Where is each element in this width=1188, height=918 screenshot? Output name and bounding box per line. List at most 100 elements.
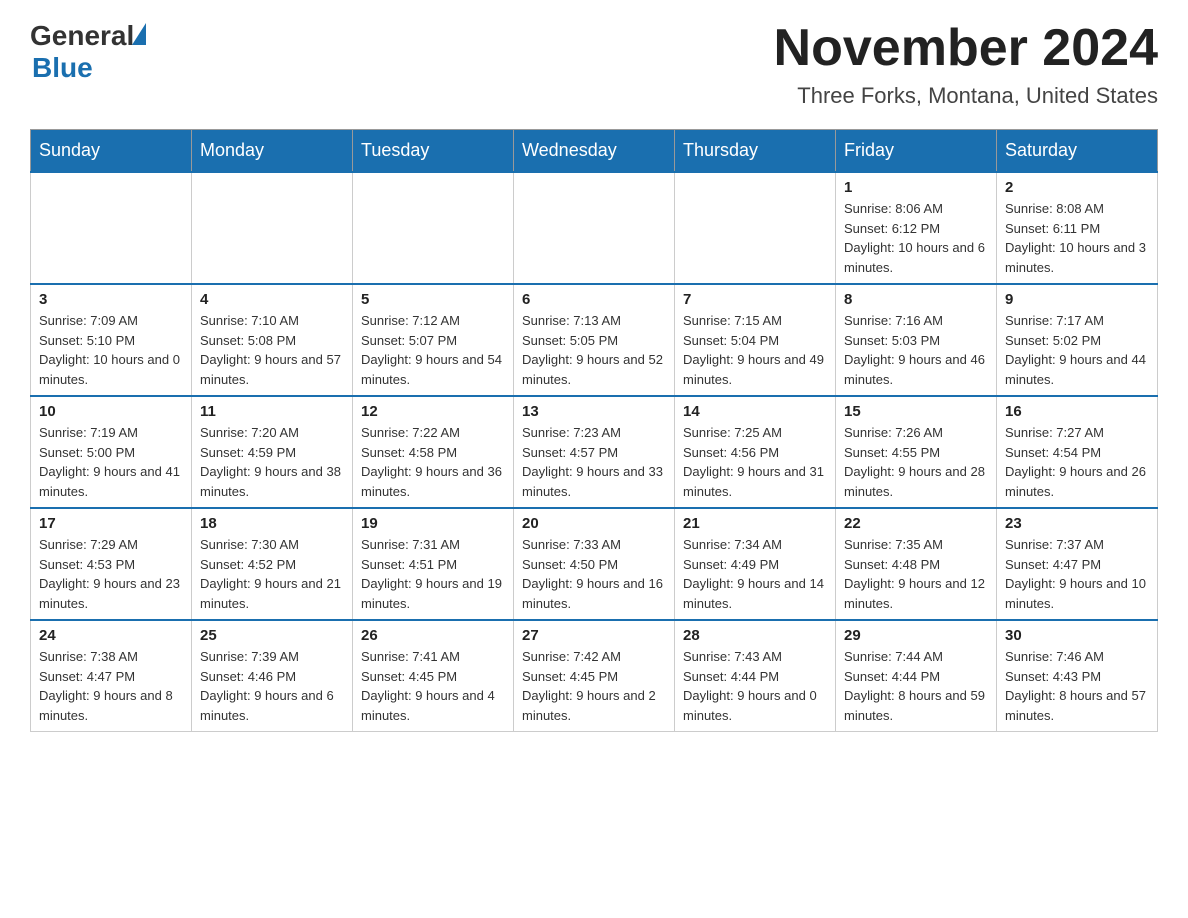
day-info: Daylight: 9 hours and 19 minutes.: [361, 574, 505, 613]
day-info: Sunrise: 7:15 AM: [683, 311, 827, 331]
logo-triangle-icon: [132, 23, 146, 45]
week-row-1: 3Sunrise: 7:09 AMSunset: 5:10 PMDaylight…: [31, 284, 1158, 396]
calendar-cell: 7 Sunrise: 7:15 AMSunset: 5:04 PMDaylight…: [675, 284, 836, 396]
calendar-cell: 27Sunrise: 7:42 AMSunset: 4:45 PMDayligh…: [514, 620, 675, 732]
calendar-cell: 20Sunrise: 7:33 AMSunset: 4:50 PMDayligh…: [514, 508, 675, 620]
header: General Blue November 2024 Three Forks, …: [30, 20, 1158, 109]
day-info: Sunrise: 7:33 AM: [522, 535, 666, 555]
day-info: Daylight: 8 hours and 59 minutes.: [844, 686, 988, 725]
calendar-cell: 14Sunrise: 7:25 AMSunset: 4:56 PMDayligh…: [675, 396, 836, 508]
day-info: Sunset: 4:48 PM: [844, 555, 988, 575]
day-info: Daylight: 9 hours and 4 minutes.: [361, 686, 505, 725]
calendar-cell: 5Sunrise: 7:12 AMSunset: 5:07 PMDaylight…: [353, 284, 514, 396]
day-info: Sunset: 4:51 PM: [361, 555, 505, 575]
calendar-cell: 2Sunrise: 8:08 AMSunset: 6:11 PMDaylight…: [997, 172, 1158, 284]
day-info: Daylight: 9 hours and 44 minutes.: [1005, 350, 1149, 389]
day-number: 17: [39, 515, 183, 532]
logo-general-text: General: [30, 20, 134, 52]
day-info: Daylight: 9 hours and 49 minutes.: [683, 350, 827, 389]
day-info: Sunrise: 7:12 AM: [361, 311, 505, 331]
calendar-cell: 6Sunrise: 7:13 AMSunset: 5:05 PMDaylight…: [514, 284, 675, 396]
day-info: Sunrise: 7:13 AM: [522, 311, 666, 331]
day-info: Sunrise: 7:39 AM: [200, 647, 344, 667]
logo-blue-text: Blue: [32, 52, 93, 84]
day-info: Sunrise: 7:27 AM: [1005, 423, 1149, 443]
day-number: 27: [522, 627, 666, 644]
day-info: Sunrise: 7:25 AM: [683, 423, 827, 443]
weekday-header-sunday: Sunday: [31, 130, 192, 173]
calendar-cell: 8Sunrise: 7:16 AMSunset: 5:03 PMDaylight…: [836, 284, 997, 396]
calendar-cell: [675, 172, 836, 284]
day-info: Sunrise: 7:43 AM: [683, 647, 827, 667]
day-number: 1: [844, 179, 988, 196]
weekday-header-wednesday: Wednesday: [514, 130, 675, 173]
day-info: Daylight: 9 hours and 23 minutes.: [39, 574, 183, 613]
week-row-3: 17Sunrise: 7:29 AMSunset: 4:53 PMDayligh…: [31, 508, 1158, 620]
calendar-cell: [192, 172, 353, 284]
day-number: 12: [361, 403, 505, 420]
day-info: Daylight: 9 hours and 21 minutes.: [200, 574, 344, 613]
day-info: Daylight: 10 hours and 0 minutes.: [39, 350, 183, 389]
day-number: 30: [1005, 627, 1149, 644]
weekday-header-saturday: Saturday: [997, 130, 1158, 173]
day-info: Sunset: 4:47 PM: [39, 667, 183, 687]
week-row-4: 24Sunrise: 7:38 AMSunset: 4:47 PMDayligh…: [31, 620, 1158, 732]
day-number: 18: [200, 515, 344, 532]
weekday-header-row: SundayMondayTuesdayWednesdayThursdayFrid…: [31, 130, 1158, 173]
day-info: Daylight: 8 hours and 57 minutes.: [1005, 686, 1149, 725]
day-number: 7: [683, 291, 827, 308]
day-info: Sunrise: 7:23 AM: [522, 423, 666, 443]
day-number: 3: [39, 291, 183, 308]
calendar-table: SundayMondayTuesdayWednesdayThursdayFrid…: [30, 129, 1158, 732]
day-info: Sunset: 6:12 PM: [844, 219, 988, 239]
day-info: Daylight: 9 hours and 33 minutes.: [522, 462, 666, 501]
day-info: Daylight: 9 hours and 6 minutes.: [200, 686, 344, 725]
day-number: 28: [683, 627, 827, 644]
day-number: 23: [1005, 515, 1149, 532]
day-info: Sunset: 4:54 PM: [1005, 443, 1149, 463]
day-info: Sunset: 4:46 PM: [200, 667, 344, 687]
day-info: Sunset: 4:55 PM: [844, 443, 988, 463]
day-number: 13: [522, 403, 666, 420]
day-info: Sunset: 4:56 PM: [683, 443, 827, 463]
day-number: 8: [844, 291, 988, 308]
day-info: Sunrise: 7:26 AM: [844, 423, 988, 443]
day-number: 19: [361, 515, 505, 532]
day-info: Sunrise: 7:34 AM: [683, 535, 827, 555]
day-info: Sunset: 5:02 PM: [1005, 331, 1149, 351]
calendar-cell: 26Sunrise: 7:41 AMSunset: 4:45 PMDayligh…: [353, 620, 514, 732]
day-info: Daylight: 9 hours and 57 minutes.: [200, 350, 344, 389]
calendar-cell: 22Sunrise: 7:35 AMSunset: 4:48 PMDayligh…: [836, 508, 997, 620]
day-info: Daylight: 9 hours and 2 minutes.: [522, 686, 666, 725]
day-number: 22: [844, 515, 988, 532]
calendar-cell: 21Sunrise: 7:34 AMSunset: 4:49 PMDayligh…: [675, 508, 836, 620]
day-info: Sunset: 5:04 PM: [683, 331, 827, 351]
day-number: 11: [200, 403, 344, 420]
day-number: 20: [522, 515, 666, 532]
calendar-cell: 9Sunrise: 7:17 AMSunset: 5:02 PMDaylight…: [997, 284, 1158, 396]
calendar-cell: 3Sunrise: 7:09 AMSunset: 5:10 PMDaylight…: [31, 284, 192, 396]
day-info: Sunset: 5:00 PM: [39, 443, 183, 463]
day-info: Sunset: 4:50 PM: [522, 555, 666, 575]
day-info: Sunset: 4:58 PM: [361, 443, 505, 463]
day-info: Daylight: 9 hours and 36 minutes.: [361, 462, 505, 501]
calendar-cell: 19 Sunrise: 7:31 AMSunset: 4:51 PMDayligh…: [353, 508, 514, 620]
calendar-cell: 12Sunrise: 7:22 AMSunset: 4:58 PMDayligh…: [353, 396, 514, 508]
day-info: Sunrise: 7:31 AM: [361, 535, 505, 555]
day-info: Sunrise: 7:16 AM: [844, 311, 988, 331]
day-info: Daylight: 9 hours and 41 minutes.: [39, 462, 183, 501]
day-info: Sunrise: 8:08 AM: [1005, 199, 1149, 219]
day-info: Sunset: 4:57 PM: [522, 443, 666, 463]
calendar-cell: 28Sunrise: 7:43 AMSunset: 4:44 PMDayligh…: [675, 620, 836, 732]
weekday-header-thursday: Thursday: [675, 130, 836, 173]
day-info: Sunset: 4:49 PM: [683, 555, 827, 575]
weekday-header-friday: Friday: [836, 130, 997, 173]
day-info: Sunset: 4:53 PM: [39, 555, 183, 575]
day-info: Sunrise: 7:38 AM: [39, 647, 183, 667]
day-number: 14: [683, 403, 827, 420]
title-area: November 2024 Three Forks, Montana, Unit…: [774, 20, 1158, 109]
day-number: 26: [361, 627, 505, 644]
page-title: November 2024: [774, 20, 1158, 77]
day-number: 2: [1005, 179, 1149, 196]
day-info: Sunrise: 7:41 AM: [361, 647, 505, 667]
